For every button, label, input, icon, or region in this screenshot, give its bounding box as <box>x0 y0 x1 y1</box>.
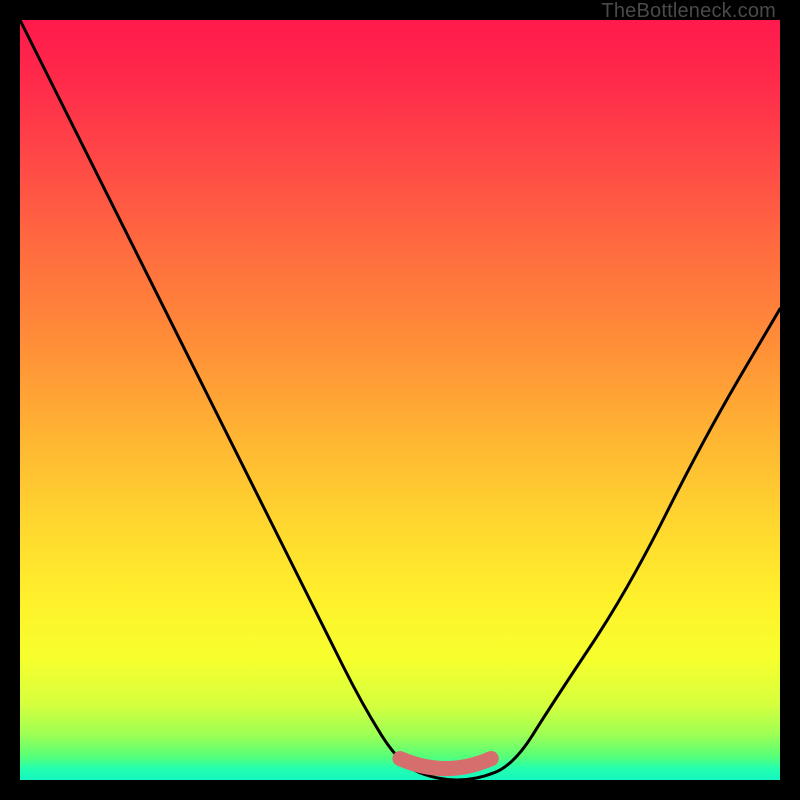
bottom-marker-segment <box>400 759 491 769</box>
chart-plot-area <box>20 20 780 780</box>
watermark-text: TheBottleneck.com <box>601 0 776 23</box>
bottleneck-curve-path <box>20 20 780 780</box>
bottleneck-curve-svg <box>20 20 780 780</box>
